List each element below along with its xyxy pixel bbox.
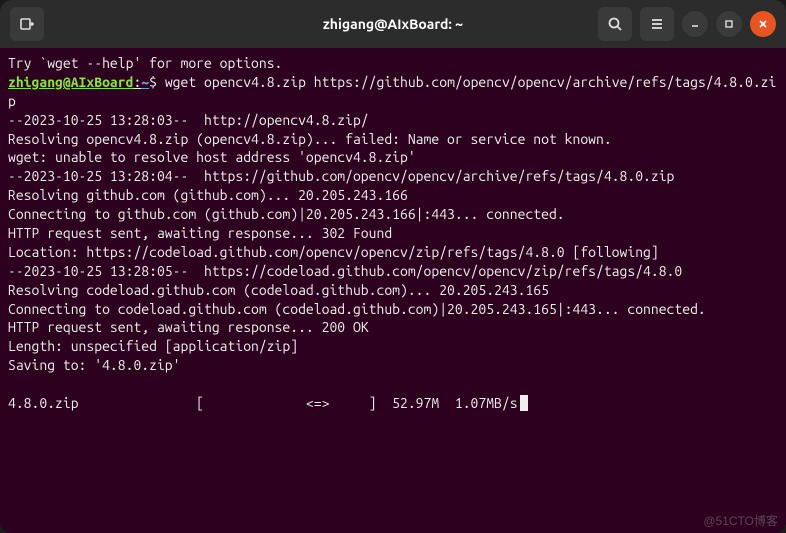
prompt-user-host: zhigang@AIxBoard xyxy=(8,74,133,90)
maximize-icon xyxy=(723,18,735,30)
help-text: Try `wget --help' for more options. xyxy=(8,55,282,71)
output-line: Resolving opencv4.8.zip (opencv4.8.zip).… xyxy=(8,131,612,147)
output-line: --2023-10-25 13:28:03-- http://opencv4.8… xyxy=(8,112,369,128)
titlebar: zhigang@AIxBoard: ~ xyxy=(0,0,786,48)
titlebar-right xyxy=(598,7,776,41)
output-line: --2023-10-25 13:28:05-- https://codeload… xyxy=(8,263,682,279)
titlebar-left xyxy=(10,7,44,41)
output-line: Resolving codeload.github.com (codeload.… xyxy=(8,282,549,298)
window-title: zhigang@AIxBoard: ~ xyxy=(323,16,463,32)
search-icon xyxy=(607,16,623,32)
watermark: @51CTO博客 xyxy=(703,512,778,529)
output-line: HTTP request sent, awaiting response... … xyxy=(8,319,369,335)
output-line: Location: https://codeload.github.com/op… xyxy=(8,244,659,260)
output-line: Resolving github.com (github.com)... 20.… xyxy=(8,187,408,203)
menu-button[interactable] xyxy=(640,7,674,41)
terminal-window: zhigang@AIxBoard: ~ xyxy=(0,0,786,533)
progress-line: 4.8.0.zip [ <=> ] 52.97M 1.07MB/s xyxy=(8,395,518,411)
search-button[interactable] xyxy=(598,7,632,41)
new-tab-icon xyxy=(19,16,35,32)
close-icon xyxy=(757,18,769,30)
output-line: Saving to: '4.8.0.zip' xyxy=(8,357,180,373)
output-line: HTTP request sent, awaiting response... … xyxy=(8,225,392,241)
output-line: Connecting to github.com (github.com)|20… xyxy=(8,206,565,222)
minimize-button[interactable] xyxy=(682,11,708,37)
output-line: Connecting to codeload.github.com (codel… xyxy=(8,301,706,317)
terminal-output[interactable]: Try `wget --help' for more options. zhig… xyxy=(0,48,786,533)
output-line: Length: unspecified [application/zip] xyxy=(8,338,298,354)
output-line: wget: unable to resolve host address 'op… xyxy=(8,149,416,165)
hamburger-icon xyxy=(649,16,665,32)
cursor xyxy=(520,395,528,411)
maximize-button[interactable] xyxy=(716,11,742,37)
minimize-icon xyxy=(689,18,701,30)
prompt-dollar: $ xyxy=(149,74,157,90)
close-button[interactable] xyxy=(750,11,776,37)
output-line: --2023-10-25 13:28:04-- https://github.c… xyxy=(8,168,674,184)
prompt-path: ~ xyxy=(141,74,149,90)
new-tab-button[interactable] xyxy=(10,7,44,41)
